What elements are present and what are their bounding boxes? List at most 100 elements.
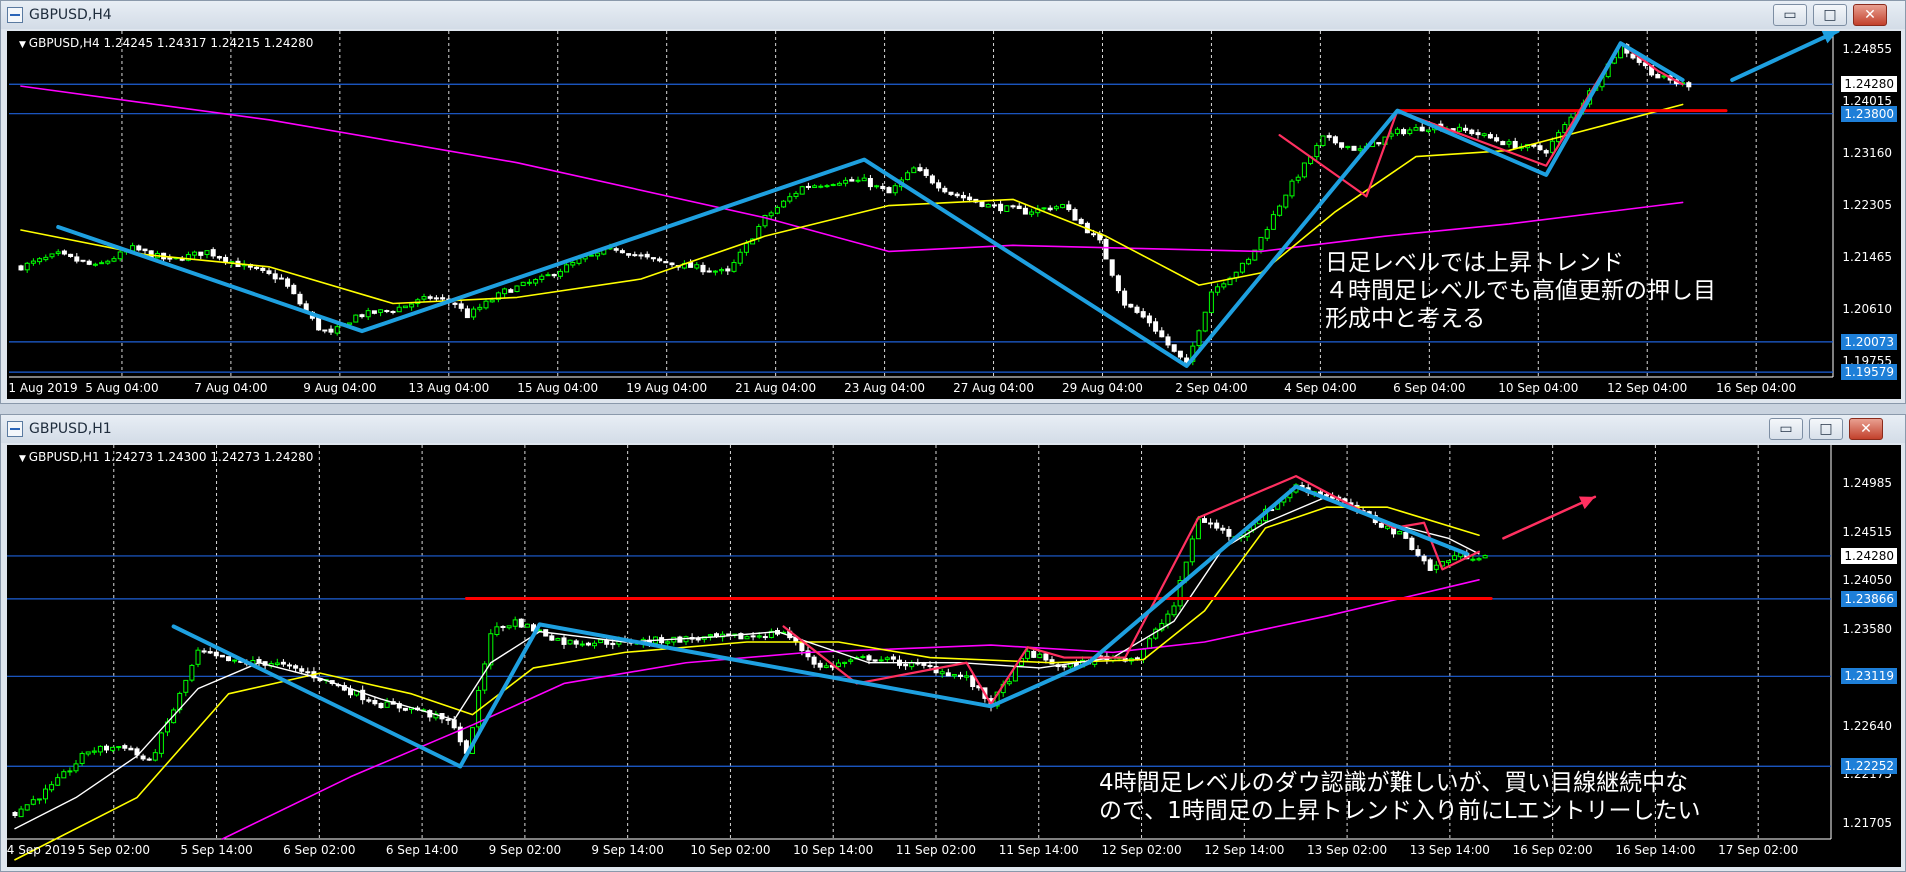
candle-body bbox=[347, 322, 353, 325]
candle-body bbox=[872, 659, 878, 662]
candle-body bbox=[1078, 218, 1084, 225]
candle-body bbox=[508, 289, 514, 293]
candle-body bbox=[1037, 653, 1043, 659]
candle-body bbox=[700, 264, 706, 273]
candle-body bbox=[158, 732, 164, 754]
candle-body bbox=[1140, 311, 1146, 318]
candle-body bbox=[1171, 344, 1177, 352]
price-axis-tick: 1.24515 bbox=[1842, 524, 1892, 539]
candle-body bbox=[1357, 148, 1363, 151]
time-axis-label: 11 Sep 02:00 bbox=[895, 843, 977, 857]
chart-area-h1[interactable]: GBPUSD,H1 1.24273 1.24300 1.24273 1.2428… bbox=[7, 445, 1901, 867]
candle-body bbox=[1215, 286, 1221, 293]
candle-body bbox=[921, 662, 927, 666]
candle-body bbox=[1196, 330, 1202, 347]
candle-body bbox=[272, 273, 278, 280]
candle-body bbox=[55, 777, 61, 786]
candle-body bbox=[551, 273, 557, 277]
candle-body bbox=[86, 260, 92, 265]
candle-body bbox=[1165, 336, 1171, 346]
candle-body bbox=[1494, 137, 1500, 142]
candle-body bbox=[73, 763, 79, 772]
candle-body bbox=[24, 262, 30, 271]
candle-body bbox=[390, 310, 396, 313]
candle-body bbox=[880, 185, 886, 189]
candle-body bbox=[706, 270, 712, 273]
candle-body bbox=[1147, 638, 1153, 649]
candle-body bbox=[1475, 132, 1481, 136]
candle-body bbox=[991, 204, 997, 207]
candle-body bbox=[183, 679, 189, 693]
time-axis-label: 10 Sep 02:00 bbox=[690, 843, 771, 857]
candle-body bbox=[884, 657, 890, 661]
candle-body bbox=[1655, 73, 1661, 79]
title-bar[interactable]: GBPUSD,H1 ▭ □ ✕ bbox=[1, 415, 1905, 443]
time-axis-label: 5 Sep 02:00 bbox=[77, 843, 150, 857]
candle-body bbox=[43, 256, 49, 261]
candle-body bbox=[167, 257, 173, 260]
maximize-button[interactable]: □ bbox=[1813, 4, 1847, 26]
candle-body bbox=[483, 300, 489, 309]
time-axis-label: 5 Aug 04:00 bbox=[85, 381, 159, 395]
price-axis-tick: 1.22640 bbox=[1842, 718, 1892, 733]
candle-body bbox=[1264, 229, 1270, 239]
candle-body bbox=[1221, 283, 1227, 288]
candle-body bbox=[830, 184, 836, 187]
candle-body bbox=[799, 641, 805, 652]
candle-body bbox=[744, 636, 750, 640]
close-button[interactable]: ✕ bbox=[1849, 418, 1883, 440]
window-gbpusd-h4[interactable]: GBPUSD,H4 ▭ □ ✕ GBPUSD,H4 1.24245 1.2431… bbox=[0, 0, 1906, 404]
candle-body bbox=[638, 254, 644, 257]
time-axis-label: 12 Sep 04:00 bbox=[1607, 381, 1688, 395]
candle-body bbox=[518, 618, 524, 628]
candle-body bbox=[1165, 613, 1171, 625]
candle-body bbox=[105, 260, 111, 264]
candle-body bbox=[1214, 522, 1220, 529]
candle-body bbox=[299, 668, 305, 672]
title-bar[interactable]: GBPUSD,H4 ▭ □ ✕ bbox=[1, 1, 1905, 29]
candle-body bbox=[958, 674, 963, 677]
minimize-button[interactable]: ▭ bbox=[1773, 4, 1807, 26]
candle-body bbox=[557, 270, 563, 277]
price-axis-tick: 1.24985 bbox=[1842, 475, 1892, 490]
price-axis-tick: 1.23160 bbox=[1842, 145, 1892, 160]
candle-body bbox=[254, 266, 260, 269]
minimize-button[interactable]: ▭ bbox=[1769, 418, 1803, 440]
candle-body bbox=[890, 656, 896, 660]
candle-body bbox=[663, 261, 669, 264]
trend-line-pink bbox=[782, 475, 1481, 706]
candle-body bbox=[848, 659, 854, 662]
time-axis-label: 6 Sep 02:00 bbox=[283, 843, 356, 857]
candle-body bbox=[860, 656, 866, 659]
candle-body bbox=[500, 625, 506, 628]
candle-body bbox=[116, 746, 122, 749]
candle-body bbox=[781, 200, 787, 208]
candle-body bbox=[79, 753, 85, 764]
candle-body bbox=[1413, 127, 1419, 131]
candle-body bbox=[1029, 211, 1035, 215]
window-gbpusd-h1[interactable]: GBPUSD,H1 ▭ □ ✕ GBPUSD,H1 1.24273 1.2430… bbox=[0, 414, 1906, 872]
candle-body bbox=[824, 185, 830, 188]
maximize-button[interactable]: □ bbox=[1809, 418, 1843, 440]
candle-body bbox=[998, 203, 1004, 212]
candle-body bbox=[223, 256, 229, 263]
candle-body bbox=[440, 297, 446, 300]
chart-area-h4[interactable]: GBPUSD,H4 1.24245 1.24317 1.24215 1.2428… bbox=[7, 31, 1901, 399]
close-button[interactable]: ✕ bbox=[1853, 4, 1887, 26]
candle-body bbox=[396, 306, 402, 313]
candle-body bbox=[291, 284, 297, 295]
candle-body bbox=[512, 619, 518, 627]
candle-body bbox=[1378, 522, 1384, 528]
candle-body bbox=[1091, 233, 1097, 236]
candle-body bbox=[204, 250, 210, 255]
annotation-line: 4時間足レベルのダウ認識が難しいが、買い目線継続中な bbox=[1099, 770, 1689, 796]
candle-body bbox=[657, 258, 663, 262]
candle-body bbox=[61, 250, 67, 255]
candle-body bbox=[1481, 133, 1487, 137]
candle-body bbox=[1469, 129, 1475, 135]
time-axis-label: 2 Sep 04:00 bbox=[1175, 381, 1248, 395]
chart-window-icon bbox=[7, 421, 23, 437]
candle-body bbox=[1543, 150, 1549, 154]
candle-body bbox=[567, 639, 573, 645]
candle-body bbox=[743, 242, 749, 253]
